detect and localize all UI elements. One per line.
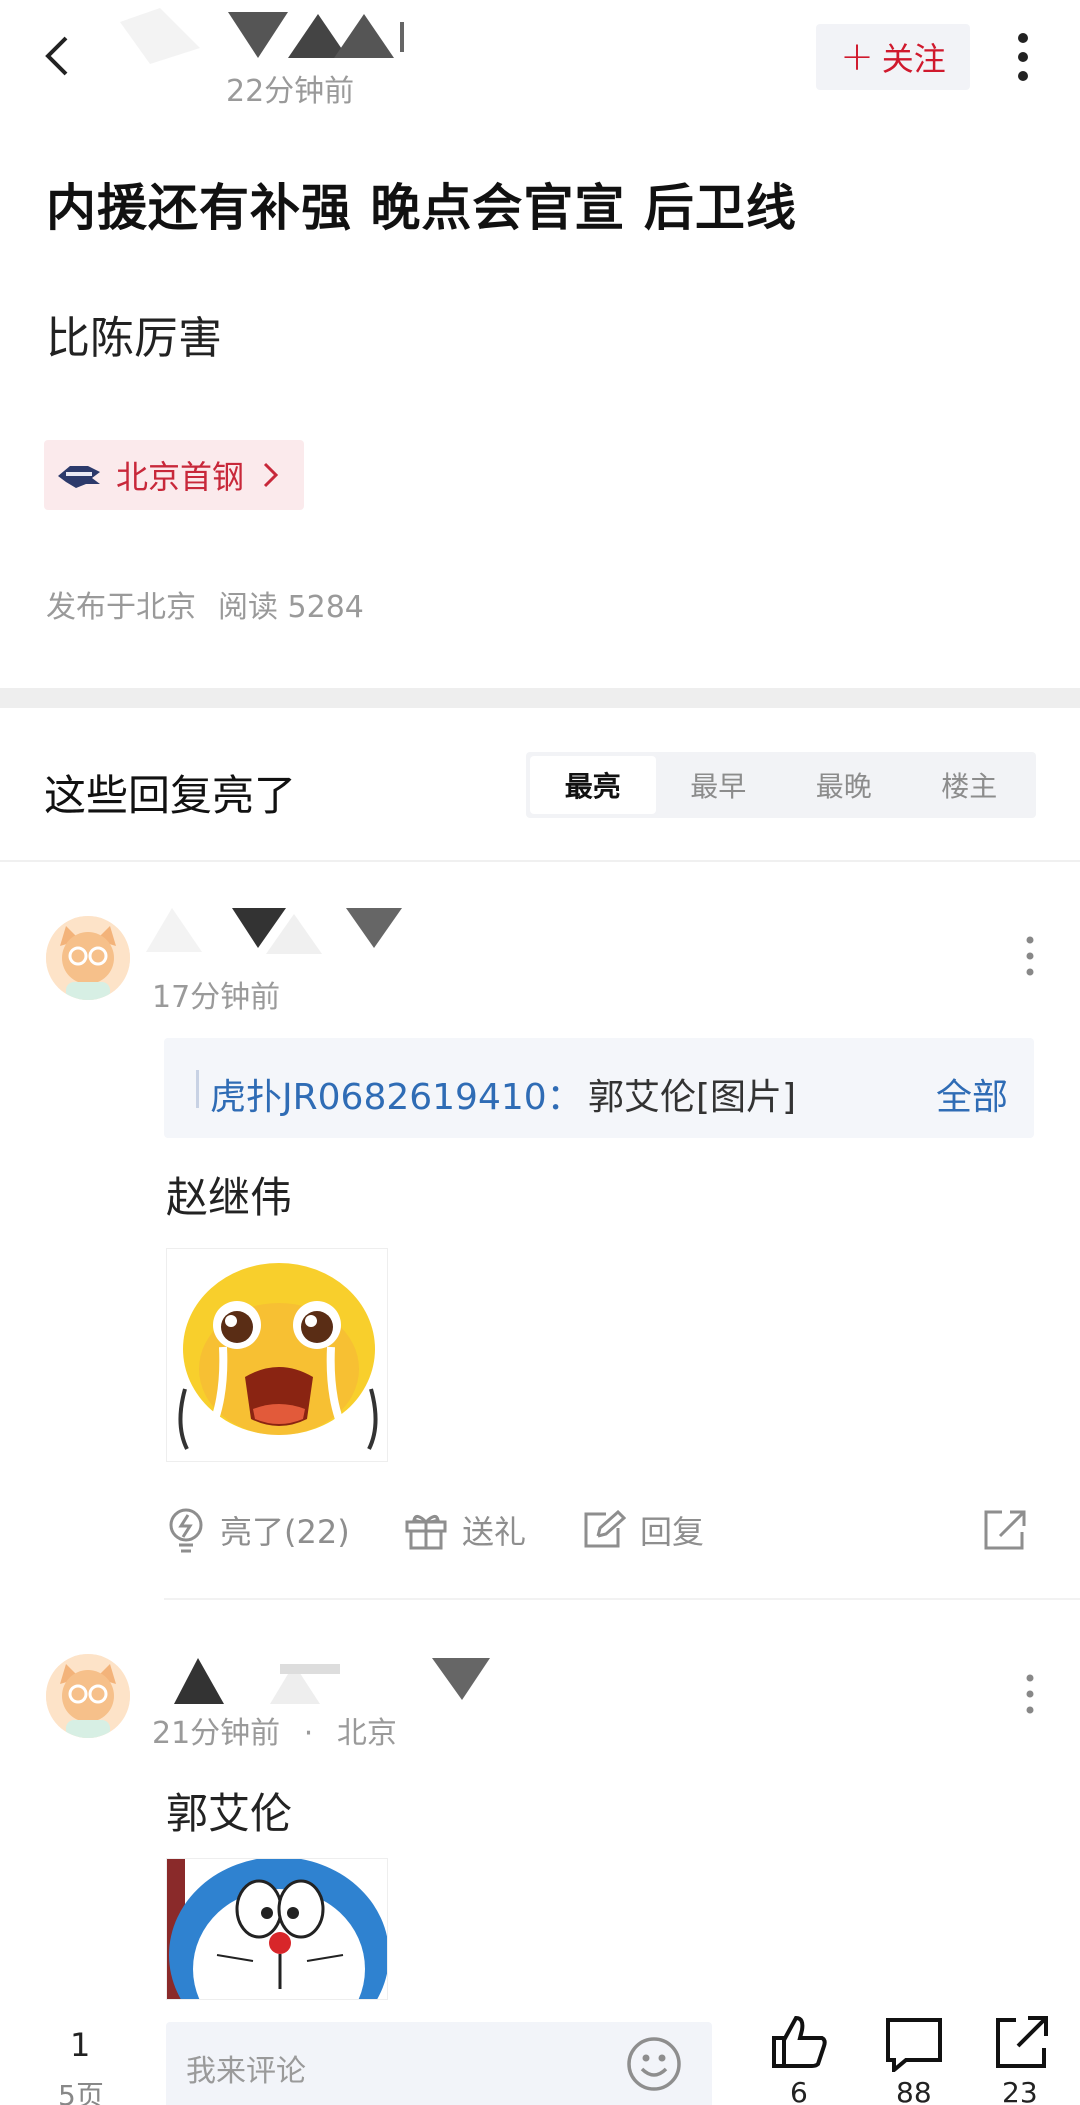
back-arrow-icon[interactable] xyxy=(38,34,78,78)
meta-separator: · xyxy=(303,1716,314,1751)
comment-time: 17分钟前 xyxy=(152,980,281,1015)
plus-icon: + xyxy=(840,34,874,80)
more-vertical-icon[interactable] xyxy=(1022,934,1038,978)
comment-text: 郭艾伦 xyxy=(166,1789,293,1838)
username-redacted[interactable] xyxy=(170,1650,500,1710)
post-time: 22分钟前 xyxy=(226,74,355,109)
divider xyxy=(0,860,1080,862)
team-logo-icon xyxy=(58,466,100,488)
share-comment-button[interactable] xyxy=(982,1500,1042,1560)
comment-divider xyxy=(164,1598,1080,1600)
like-count: 6 xyxy=(790,2076,808,2105)
tab-earliest[interactable]: 最早 xyxy=(656,756,782,814)
comment-count: 88 xyxy=(896,2076,932,2105)
light-bulb-icon xyxy=(169,1508,203,1553)
share-icon[interactable] xyxy=(992,2014,1052,2070)
read-count: 阅读 5284 xyxy=(218,590,364,625)
avatar[interactable] xyxy=(46,1654,130,1738)
quote-bar xyxy=(196,1070,199,1108)
sort-tabs: 最亮 最早 最晚 楼主 xyxy=(526,752,1036,818)
crying-emoji-sticker[interactable] xyxy=(166,1248,388,1462)
tab-op-only[interactable]: 楼主 xyxy=(907,756,1033,814)
team-tag-button[interactable]: 北京首钢 xyxy=(44,440,304,510)
comment-action-bar: 亮了(22) 送礼 回复 xyxy=(166,1500,1036,1560)
light-label: 亮了(22) xyxy=(220,1513,350,1551)
page-number[interactable]: 1 xyxy=(70,2026,90,2064)
tab-latest[interactable]: 最晚 xyxy=(781,756,907,814)
share-icon xyxy=(984,1510,1026,1550)
post-location: 发布于北京 xyxy=(46,590,196,625)
more-vertical-icon[interactable] xyxy=(1022,1672,1038,1716)
comment-time: 21分钟前 xyxy=(152,1716,281,1751)
light-button[interactable]: 亮了(22) xyxy=(166,1500,350,1560)
post-meta: 发布于北京 阅读 5284 xyxy=(46,582,386,626)
follow-label: 关注 xyxy=(881,40,946,78)
share-count: 23 xyxy=(1002,2076,1038,2105)
gift-button[interactable]: 送礼 xyxy=(404,1500,526,1560)
comment-text: 赵继伟 xyxy=(166,1173,293,1222)
post-title: 内援还有补强 晚点会官宣 后卫线 xyxy=(46,179,797,237)
section-title: 这些回复亮了 xyxy=(44,771,297,820)
comment-location: 北京 xyxy=(336,1716,397,1751)
quoted-text: 郭艾伦[图片] xyxy=(588,1077,797,1118)
chevron-right-icon xyxy=(263,462,279,488)
team-tag-label: 北京首钢 xyxy=(116,458,245,496)
gift-icon xyxy=(405,1515,447,1550)
edit-reply-icon xyxy=(584,1510,626,1548)
more-vertical-icon[interactable] xyxy=(1008,30,1038,84)
reply-label: 回复 xyxy=(640,1513,705,1551)
reply-button[interactable]: 回复 xyxy=(582,1500,704,1560)
doraemon-sticker[interactable] xyxy=(166,1858,388,2000)
gift-label: 送礼 xyxy=(462,1513,527,1551)
page-total[interactable]: 5页 xyxy=(58,2074,104,2105)
tab-brightest[interactable]: 最亮 xyxy=(530,756,656,814)
section-divider xyxy=(0,688,1080,708)
comment-bubble-icon[interactable] xyxy=(884,2016,944,2075)
emoji-icon[interactable] xyxy=(626,2036,682,2092)
avatar[interactable] xyxy=(46,916,130,1000)
show-all-link[interactable]: 全部 xyxy=(936,1068,1008,1120)
post-body: 比陈厉害 xyxy=(46,313,222,364)
comment-meta: 21分钟前 · 北京 xyxy=(152,1708,397,1752)
comment-input-placeholder: 我来评论 xyxy=(186,2054,306,2089)
follow-button[interactable]: + 关注 xyxy=(816,24,970,90)
author-name-redacted[interactable] xyxy=(120,8,450,64)
quoted-username[interactable]: 虎扑JR0682619410： xyxy=(210,1068,583,1120)
username-redacted[interactable] xyxy=(146,900,406,960)
thumbs-up-icon[interactable] xyxy=(770,2014,830,2070)
